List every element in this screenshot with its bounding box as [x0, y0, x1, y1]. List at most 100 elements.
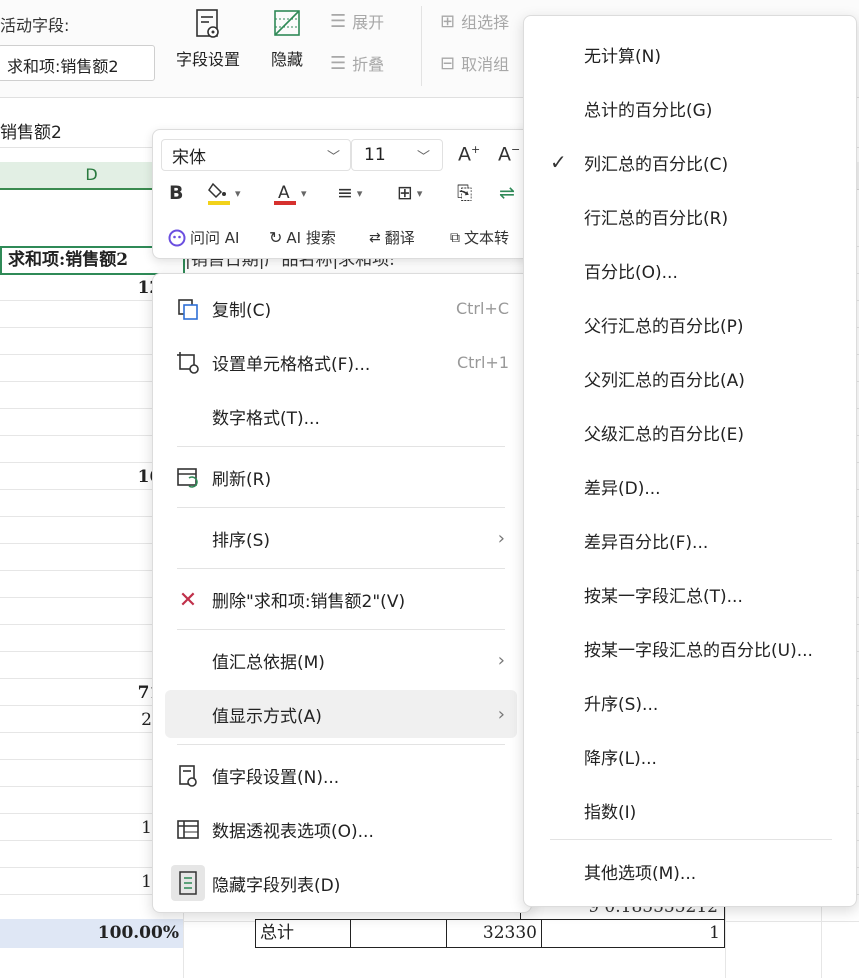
submenu-item[interactable]: 无计算(N)	[532, 30, 850, 78]
context-menu: 复制(C) Ctrl+C 设置单元格格式(F)... Ctrl+1 数字格式(T…	[152, 273, 532, 913]
wrap-text-button[interactable]: ⇌	[499, 182, 515, 204]
menu-item-delete-field[interactable]: ✕ 删除"求和项:销售额2"(V)	[165, 575, 517, 623]
hide-field-list-label: 隐藏字段列表(D)	[212, 875, 341, 896]
active-field-label: 活动字段:	[0, 16, 70, 35]
menu-item-number-format[interactable]: 数字格式(T)...	[165, 392, 517, 440]
expand-button[interactable]: ☰ 展开	[330, 9, 384, 33]
submenu-item[interactable]: 升序(S)...	[532, 678, 850, 726]
menu-separator	[177, 568, 505, 569]
ribbon-separator	[421, 6, 422, 86]
submenu-item[interactable]: 指数(I)	[532, 786, 850, 834]
menu-item-value-field-settings[interactable]: 值字段设置(N)...	[165, 751, 517, 799]
value-field-settings-icon	[175, 763, 201, 789]
format-painter-icon: ⎘	[457, 182, 473, 204]
chevron-down-icon: ▾	[416, 186, 423, 200]
ask-ai-button[interactable]: 问问 AI	[168, 227, 239, 248]
submenu-item-label: 差异百分比(F)...	[584, 532, 709, 553]
menu-item-refresh[interactable]: 刷新(R)	[165, 453, 517, 501]
text-convert-button[interactable]: ⧉ 文本转	[450, 227, 509, 248]
submenu-item-label: 行汇总的百分比(R)	[584, 208, 729, 229]
number-format-label: 数字格式(T)...	[212, 408, 320, 429]
submenu-item-other-options[interactable]: 其他选项(M)...	[532, 847, 850, 895]
align-button[interactable]: ≡ ▾	[337, 182, 362, 204]
chevron-down-icon: ﹀	[416, 149, 430, 165]
show-values-as-submenu: 无计算(N) 总计的百分比(G) ✓ 列汇总的百分比(C) 行汇总的百分比(R) 百分比(…	[523, 15, 857, 907]
submenu-item[interactable]: 按某一字段汇总的百分比(U)...	[532, 624, 850, 672]
format-cells-label: 设置单元格格式(F)...	[212, 354, 371, 375]
grand-total-sum[interactable]: 32330	[446, 919, 542, 948]
fill-color-button[interactable]: ▾	[207, 180, 241, 206]
field-settings-button[interactable]: 字段设置	[170, 8, 246, 70]
chevron-right-icon: ›	[497, 703, 505, 725]
menu-item-format-cells[interactable]: 设置单元格格式(F)... Ctrl+1	[165, 338, 517, 386]
submenu-item[interactable]: 按某一字段汇总(T)...	[532, 570, 850, 618]
submenu-item[interactable]: 降序(L)...	[532, 732, 850, 780]
submenu-item[interactable]: 父级汇总的百分比(E)	[532, 408, 850, 456]
field-settings-icon	[196, 9, 219, 38]
menu-item-hide-field-list[interactable]: 隐藏字段列表(D)	[165, 859, 517, 907]
active-field-input[interactable]: 求和项:销售额2	[0, 45, 155, 81]
menu-separator	[177, 446, 505, 447]
submenu-item[interactable]: 行汇总的百分比(R)	[532, 192, 850, 240]
delete-icon: ✕	[178, 587, 198, 613]
submenu-item[interactable]: 差异百分比(F)...	[532, 516, 850, 564]
hide-icon	[274, 10, 300, 36]
font-name-value: 宋体	[172, 147, 206, 168]
menu-item-pivot-options[interactable]: 数据透视表选项(O)...	[165, 805, 517, 853]
submenu-item[interactable]: 父列汇总的百分比(A)	[532, 354, 850, 402]
collapse-button[interactable]: ☰ 折叠	[330, 51, 384, 75]
chevron-down-icon: ▾	[356, 186, 363, 200]
other-options-label: 其他选项(M)...	[584, 863, 697, 884]
submenu-item-label: 列汇总的百分比(C)	[584, 154, 729, 175]
font-name-select[interactable]: 宋体 ﹀	[161, 139, 351, 171]
field-list-icon	[171, 865, 205, 901]
ungroup-icon: ⊟	[440, 52, 456, 74]
submenu-item-label: 百分比(O)...	[584, 262, 678, 283]
grand-total-ratio[interactable]: 1	[541, 919, 725, 948]
submenu-item[interactable]: 差异(D)...	[532, 462, 850, 510]
font-size-select[interactable]: 11 ﹀	[351, 139, 443, 171]
pivot-options-label: 数据透视表选项(O)...	[212, 821, 374, 842]
increase-font-size-button[interactable]: A+	[458, 143, 480, 165]
submenu-item[interactable]: 百分比(O)...	[532, 246, 850, 294]
ungroup-button[interactable]: ⊟ 取消组	[440, 51, 509, 75]
wrap-text-icon: ⇌	[499, 182, 515, 204]
submenu-item-label: 升序(S)...	[584, 694, 659, 715]
format-cells-icon	[175, 350, 201, 376]
grand-total-percent[interactable]: 100.00%	[0, 919, 183, 948]
grand-total-label[interactable]: 总计	[255, 919, 351, 948]
menu-item-copy[interactable]: 复制(C) Ctrl+C	[165, 284, 517, 332]
translate-button[interactable]: ⇄ 翻译	[369, 227, 415, 248]
font-color-button[interactable]: A ▾	[273, 180, 307, 206]
format-painter-button[interactable]: ⎘	[457, 182, 472, 204]
submenu-item-label: 按某一字段汇总的百分比(U)...	[584, 640, 813, 661]
checkmark-icon: ✓	[550, 150, 567, 174]
text-convert-icon: ⧉	[450, 229, 460, 246]
decrease-font-size-button[interactable]: A−	[498, 143, 520, 165]
translate-icon: ⇄	[369, 229, 381, 246]
hide-button[interactable]: 隐藏	[262, 8, 312, 70]
hide-label: 隐藏	[270, 50, 303, 69]
menu-item-summarize-by[interactable]: 值汇总依据(M) ›	[165, 636, 517, 684]
menu-item-show-values-as[interactable]: 值显示方式(A) ›	[165, 690, 517, 738]
grand-total-empty-cell[interactable]	[350, 919, 447, 948]
group-selection-button[interactable]: ⊞ 组选择	[440, 9, 509, 33]
expand-label: 展开	[352, 13, 385, 32]
menu-separator	[177, 744, 505, 745]
copy-shortcut: Ctrl+C	[455, 298, 509, 318]
menu-item-sort[interactable]: 排序(S) ›	[165, 514, 517, 562]
menu-separator	[177, 629, 505, 630]
borders-button[interactable]: ⊞ ▾	[397, 182, 422, 204]
submenu-item[interactable]: ✓ 列汇总的百分比(C)	[532, 138, 850, 186]
submenu-item-label: 指数(I)	[584, 802, 637, 823]
value-field-settings-label: 值字段设置(N)...	[212, 767, 340, 788]
bold-button[interactable]: B	[169, 182, 183, 204]
submenu-item[interactable]: 父行汇总的百分比(P)	[532, 300, 850, 348]
align-icon: ≡	[337, 182, 353, 204]
ai-search-button[interactable]: ↻ AI 搜索	[269, 227, 336, 248]
formula-text: 销售额2	[0, 123, 62, 143]
copy-icon	[175, 296, 201, 322]
chevron-down-icon: ▾	[301, 186, 307, 200]
submenu-item[interactable]: 总计的百分比(G)	[532, 84, 850, 132]
font-size-value: 11	[364, 145, 386, 165]
